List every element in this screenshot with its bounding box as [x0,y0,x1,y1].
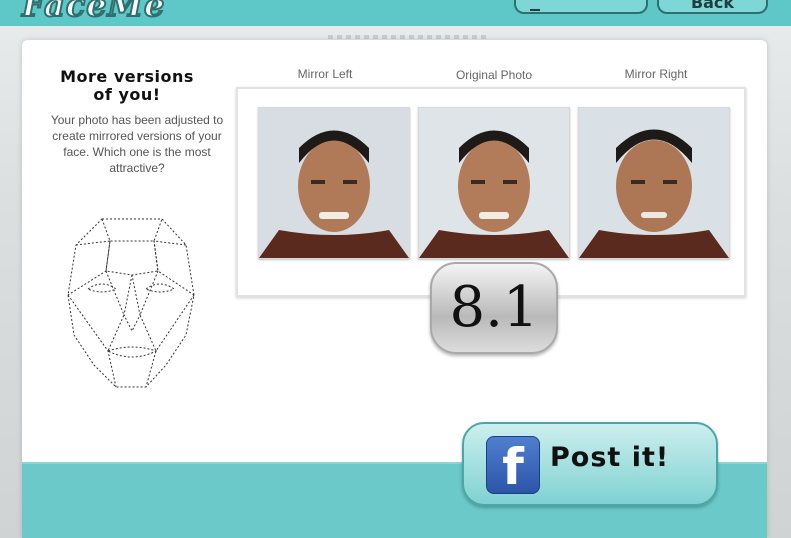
content-card: More versions of you! Your photo has bee… [22,40,767,538]
post-it-button[interactable]: f Post it! [462,422,718,506]
label-original-photo: Original Photo [455,68,533,82]
menu-button[interactable] [514,0,648,14]
photo-mirror-left[interactable] [258,107,410,259]
photo-mirror-right[interactable] [578,107,730,259]
page-title: More versions of you! [60,67,194,104]
back-button[interactable]: Back [657,0,768,14]
score-badge: 8.1 [430,262,558,354]
facebook-icon: f [486,436,540,496]
decorative-dots [328,35,488,39]
label-mirror-left: Mirror Left [297,67,353,81]
label-mirror-right: Mirror Right [624,67,688,81]
score-value: 8.1 [449,275,539,340]
photo-original[interactable] [418,107,570,259]
face-mesh-sketch [67,218,195,388]
menu-icon [530,0,540,11]
intro-description: Your photo has been adjusted to create m… [50,113,224,175]
app-logo[interactable]: FaceMe [21,0,165,25]
post-it-label: Post it! [550,442,670,473]
